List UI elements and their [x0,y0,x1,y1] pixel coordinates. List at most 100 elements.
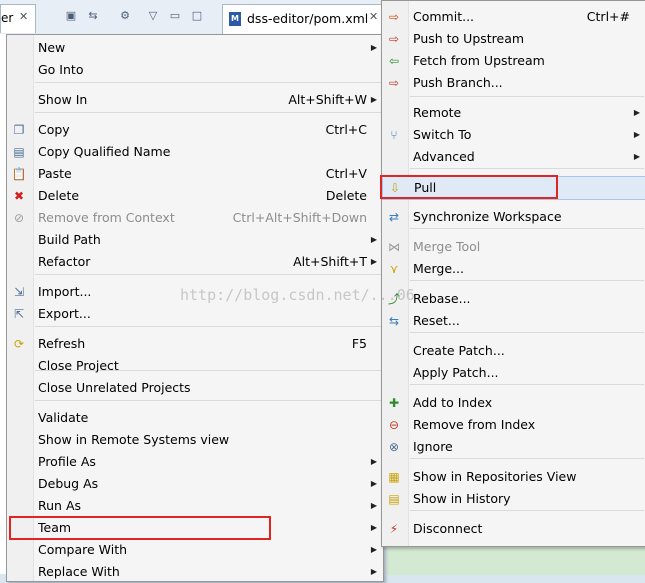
merge-tool-icon: ⋈ [388,240,400,254]
menu-separator [35,400,381,401]
menu-item-label: Show in Remote Systems view [38,432,230,447]
watermark: http://blog.csdn.net/...06 [180,286,415,304]
link-with-editor-icon[interactable]: ⇆ [86,9,100,23]
menu-item-label: Merge Tool [413,239,481,254]
menu-item-validate[interactable]: Validate [7,407,383,429]
menu-item-label: Remove from Index [413,417,536,432]
commit-icon: ⇨ [388,10,400,24]
menu-separator [410,96,644,97]
menu-item-shortcut: Ctrl+Alt+Shift+Down [232,210,367,225]
menu-separator [35,112,381,113]
menu-item-remote[interactable]: Remote ▶ [382,102,645,124]
menu-item-disconnect[interactable]: ⚡ Disconnect [382,518,645,540]
close-icon[interactable]: ✕ [19,10,28,23]
menu-item-label: Copy [38,122,70,137]
menu-item-label: Show in History [413,491,511,506]
view-menu-icon[interactable]: ▽ [146,9,160,23]
minimize-icon[interactable]: ▭ [168,9,182,23]
menu-item-switch-to[interactable]: ⑂ Switch To ▶ [382,124,645,146]
menu-item-show-in-remote-systems-view[interactable]: Show in Remote Systems view [7,429,383,451]
menu-item-label: Import... [38,284,92,299]
paste-icon: 📋 [11,167,27,181]
menu-item-label: Create Patch... [413,343,505,358]
menu-item-label: Build Path [38,232,101,247]
menu-item-label: Profile As [38,454,96,469]
menu-item-create-patch[interactable]: Create Patch... [382,340,645,362]
menu-item-run-as[interactable]: Run As ▶ [7,495,383,517]
menu-item-synchronize-workspace[interactable]: ⇄ Synchronize Workspace [382,206,645,228]
menu-item-close-project[interactable]: Close Project [7,355,383,377]
menu-item-label: Go Into [38,62,84,77]
menu-item-commit[interactable]: ⇨ Commit... Ctrl+# [382,6,645,28]
view-tab-partial[interactable]: er ✕ [0,4,36,33]
git-repositories-icon: ▦ [388,470,400,484]
menu-item-ignore[interactable]: ⊗ Ignore [382,436,645,458]
close-icon[interactable]: ✕ [369,10,378,23]
menu-item-new[interactable]: New ▶ [7,37,383,59]
menu-item-label: Compare With [38,542,128,557]
submenu-arrow-icon: ▶ [370,479,377,488]
filter-icon[interactable]: ⚙ [118,9,132,23]
submenu-arrow-icon: ▶ [370,567,377,576]
menu-item-label: Push to Upstream [413,31,525,46]
menu-item-label: Refactor [38,254,91,269]
menu-item-label: Remove from Context [38,210,175,225]
menu-item-show-in[interactable]: Show In Alt+Shift+W ▶ [7,89,383,111]
menu-item-label: Reset... [413,313,460,328]
menu-item-reset[interactable]: ⇆ Reset... [382,310,645,332]
menu-item-merge-tool: ⋈ Merge Tool [382,236,645,258]
menu-item-label: Ignore [413,439,453,454]
menu-item-label: Remote [413,105,462,120]
submenu-arrow-icon: ▶ [370,523,377,532]
fetch-upstream-icon: ⇦ [388,54,400,68]
menu-item-apply-patch[interactable]: Apply Patch... [382,362,645,384]
menu-item-show-in-history[interactable]: ▤ Show in History [382,488,645,510]
menu-item-go-into[interactable]: Go Into [7,59,383,81]
refresh-icon: ⟳ [13,337,25,351]
menu-item-add-to-index[interactable]: ✚ Add to Index [382,392,645,414]
menu-item-replace-with[interactable]: Replace With ▶ [7,561,383,583]
menu-item-debug-as[interactable]: Debug As ▶ [7,473,383,495]
menu-item-label: Validate [38,410,89,425]
maximize-icon[interactable]: □ [190,9,204,23]
menu-item-label: New [38,40,66,55]
submenu-arrow-icon: ▶ [633,130,640,139]
menu-item-shortcut: F5 [351,336,367,351]
menu-separator [410,458,644,459]
menu-item-merge[interactable]: ⋎ Merge... [382,258,645,280]
submenu-arrow-icon: ▶ [370,43,377,52]
push-upstream-icon: ⇨ [388,32,400,46]
editor-tab-label: dss-editor/pom.xml [247,11,369,26]
menu-item-export[interactable]: ⇱ Export... [7,303,383,325]
submenu-arrow-icon: ▶ [370,95,377,104]
menu-item-build-path[interactable]: Build Path ▶ [7,229,383,251]
menu-item-push-to-upstream[interactable]: ⇨ Push to Upstream [382,28,645,50]
menu-item-rebase[interactable]: ⤴ Rebase... [382,288,645,310]
collapse-all-icon[interactable]: ▣ [64,9,78,23]
menu-item-advanced[interactable]: Advanced ▶ [382,146,645,168]
menu-item-label: Refresh [38,336,86,351]
menu-item-remove-from-context: ⊘ Remove from Context Ctrl+Alt+Shift+Down [7,207,383,229]
menu-item-label: Export... [38,306,91,321]
menu-item-profile-as[interactable]: Profile As ▶ [7,451,383,473]
menu-item-copy-qualified-name[interactable]: ▤ Copy Qualified Name [7,141,383,163]
menu-separator [35,274,381,275]
menu-item-label: Synchronize Workspace [413,209,562,224]
menu-item-copy[interactable]: ❐ Copy Ctrl+C [7,119,383,141]
menu-item-close-unrelated-projects[interactable]: Close Unrelated Projects [7,377,383,399]
menu-item-refactor[interactable]: Refactor Alt+Shift+T ▶ [7,251,383,273]
menu-item-push-branch[interactable]: ⇨ Push Branch... [382,72,645,94]
menu-item-compare-with[interactable]: Compare With ▶ [7,539,383,561]
menu-item-remove-from-index[interactable]: ⊖ Remove from Index [382,414,645,436]
menu-item-refresh[interactable]: ⟳ Refresh F5 [7,333,383,355]
menu-item-label: Run As [38,498,82,513]
menu-item-show-in-repositories-view[interactable]: ▦ Show in Repositories View [382,466,645,488]
menu-item-fetch-from-upstream[interactable]: ⇦ Fetch from Upstream [382,50,645,72]
menu-item-label: Show in Repositories View [413,469,577,484]
menu-item-paste[interactable]: 📋 Paste Ctrl+V [7,163,383,185]
editor-tab-pom[interactable]: M dss-editor/pom.xml ✕ [222,4,394,34]
menu-item-delete[interactable]: ✖ Delete Delete [7,185,383,207]
menu-item-label: Close Unrelated Projects [38,380,191,395]
menu-item-label: Replace With [38,564,120,579]
menu-item-label: Advanced [413,149,475,164]
